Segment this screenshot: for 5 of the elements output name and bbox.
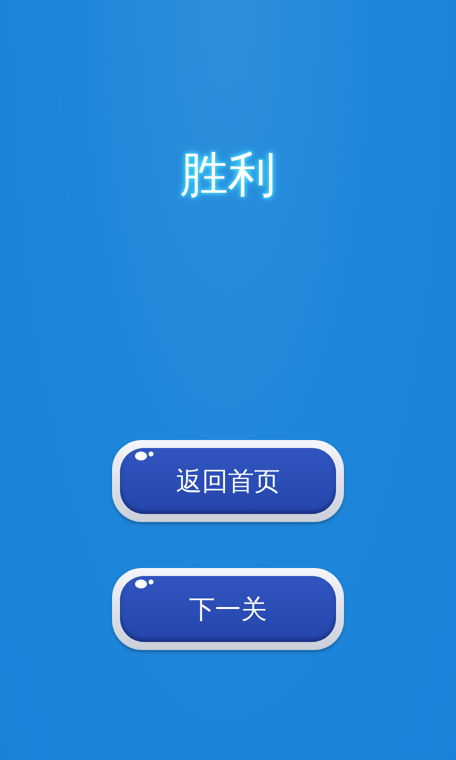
- shine-icon: [134, 578, 156, 590]
- menu-button[interactable]: 下一关: [112, 568, 344, 650]
- shine-icon: [134, 450, 156, 462]
- victory-title: 胜利: [180, 146, 276, 205]
- menu-button[interactable]: 返回首页: [112, 440, 344, 522]
